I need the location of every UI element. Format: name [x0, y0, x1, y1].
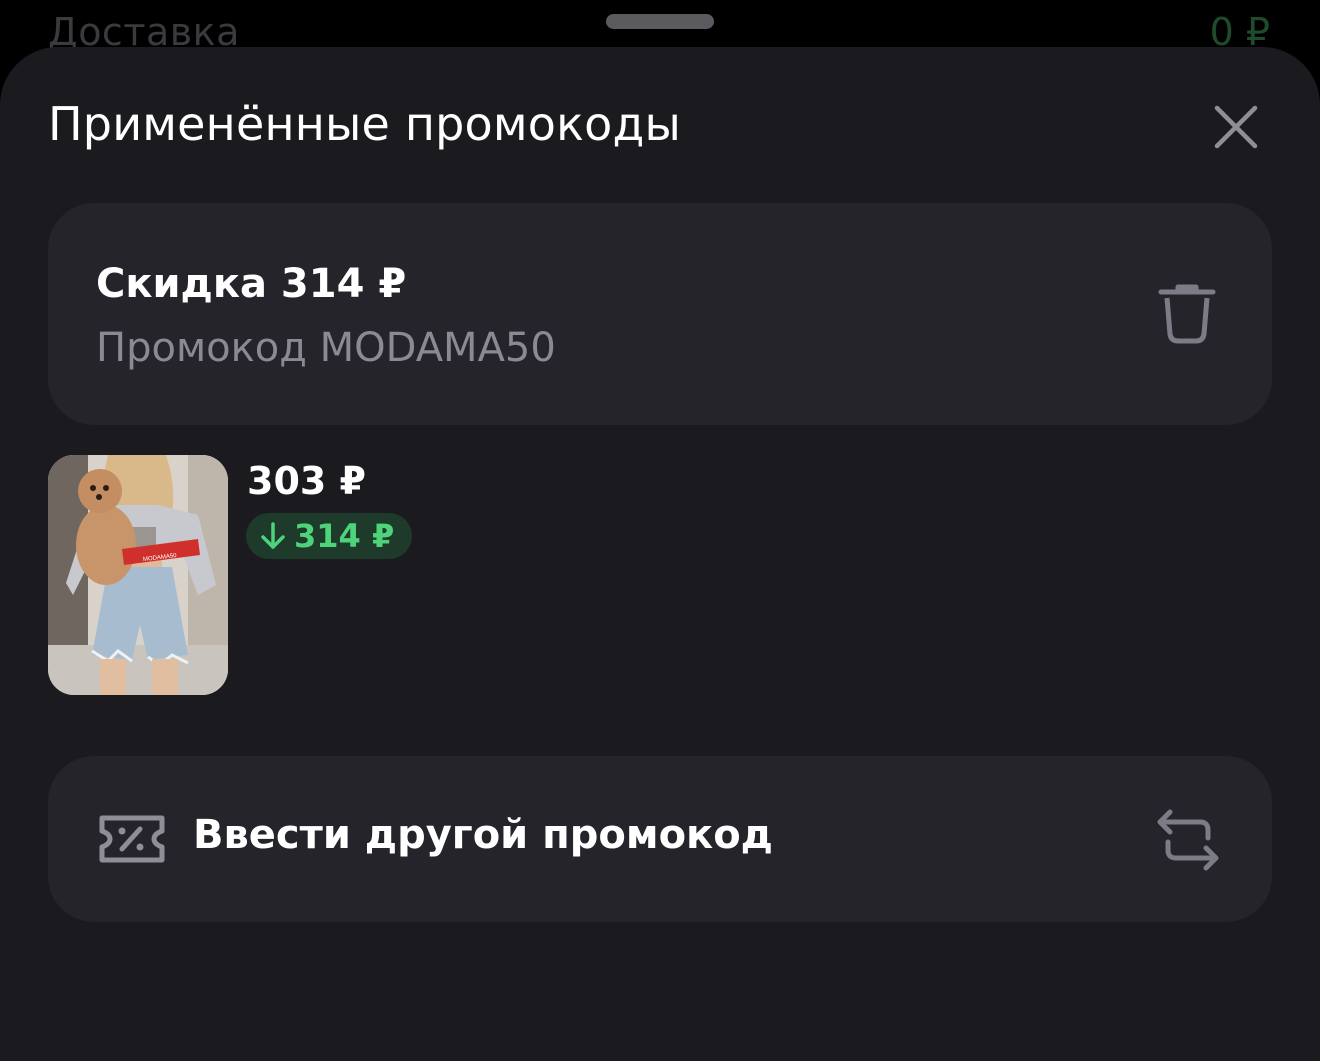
page: Доставка 0 ₽ Применённые промокоды Скидк…	[0, 0, 1320, 1061]
delete-promo-button[interactable]	[1154, 281, 1220, 347]
enter-other-promo-button[interactable]: Ввести другой промокод	[48, 756, 1272, 922]
applied-promocodes-sheet: Применённые промокоды Скидка 314 ₽ Промо…	[0, 47, 1320, 1061]
trash-icon	[1158, 284, 1216, 344]
sheet-title: Применённые промокоды	[48, 97, 681, 151]
discount-badge: 314 ₽	[246, 513, 413, 559]
applied-promo-card: Скидка 314 ₽ Промокод MODAMA50	[48, 203, 1272, 425]
discount-title: Скидка 314 ₽	[96, 261, 407, 307]
sheet-grabber[interactable]	[606, 14, 714, 29]
discount-ticket-icon	[99, 815, 165, 863]
close-button[interactable]	[1206, 97, 1266, 157]
product-image: MODAMA50	[48, 455, 228, 695]
discount-amount: 314 ₽	[294, 517, 395, 555]
product-price: 303 ₽	[247, 459, 366, 503]
arrow-down-icon	[261, 522, 285, 549]
enter-other-promo-label: Ввести другой промокод	[193, 812, 773, 858]
swap-icon	[1157, 809, 1219, 871]
promo-code-label: Промокод MODAMA50	[96, 325, 556, 371]
close-icon	[1214, 105, 1258, 149]
